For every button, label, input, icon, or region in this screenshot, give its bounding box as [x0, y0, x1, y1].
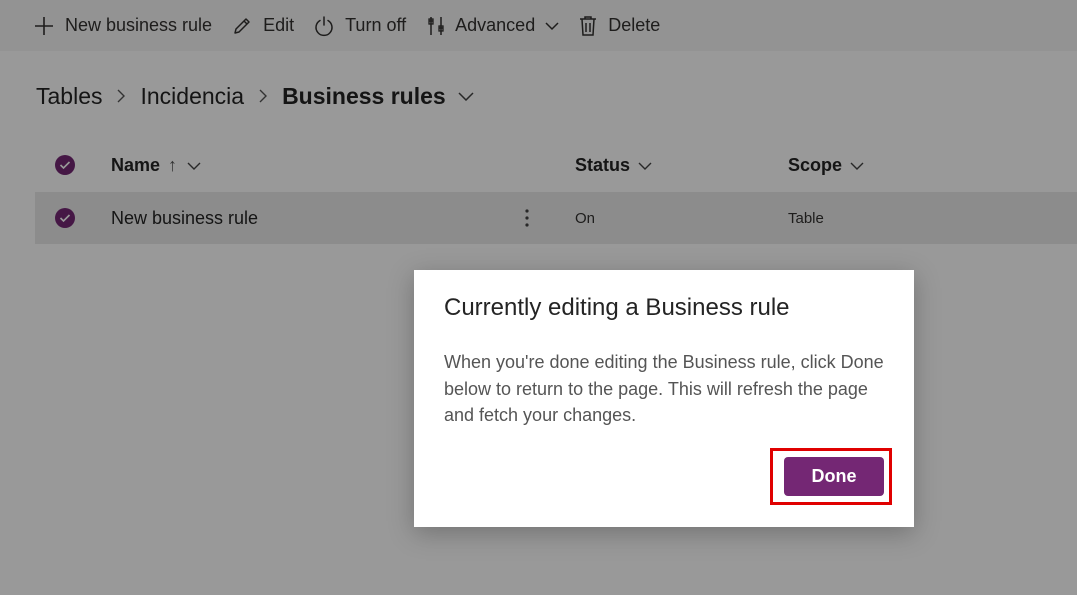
dialog-body: When you're done editing the Business ru…	[444, 352, 884, 425]
editing-dialog: Currently editing a Business rule When y…	[414, 270, 914, 527]
dialog-title: Currently editing a Business rule	[444, 294, 790, 321]
done-button[interactable]: Done	[784, 457, 884, 496]
